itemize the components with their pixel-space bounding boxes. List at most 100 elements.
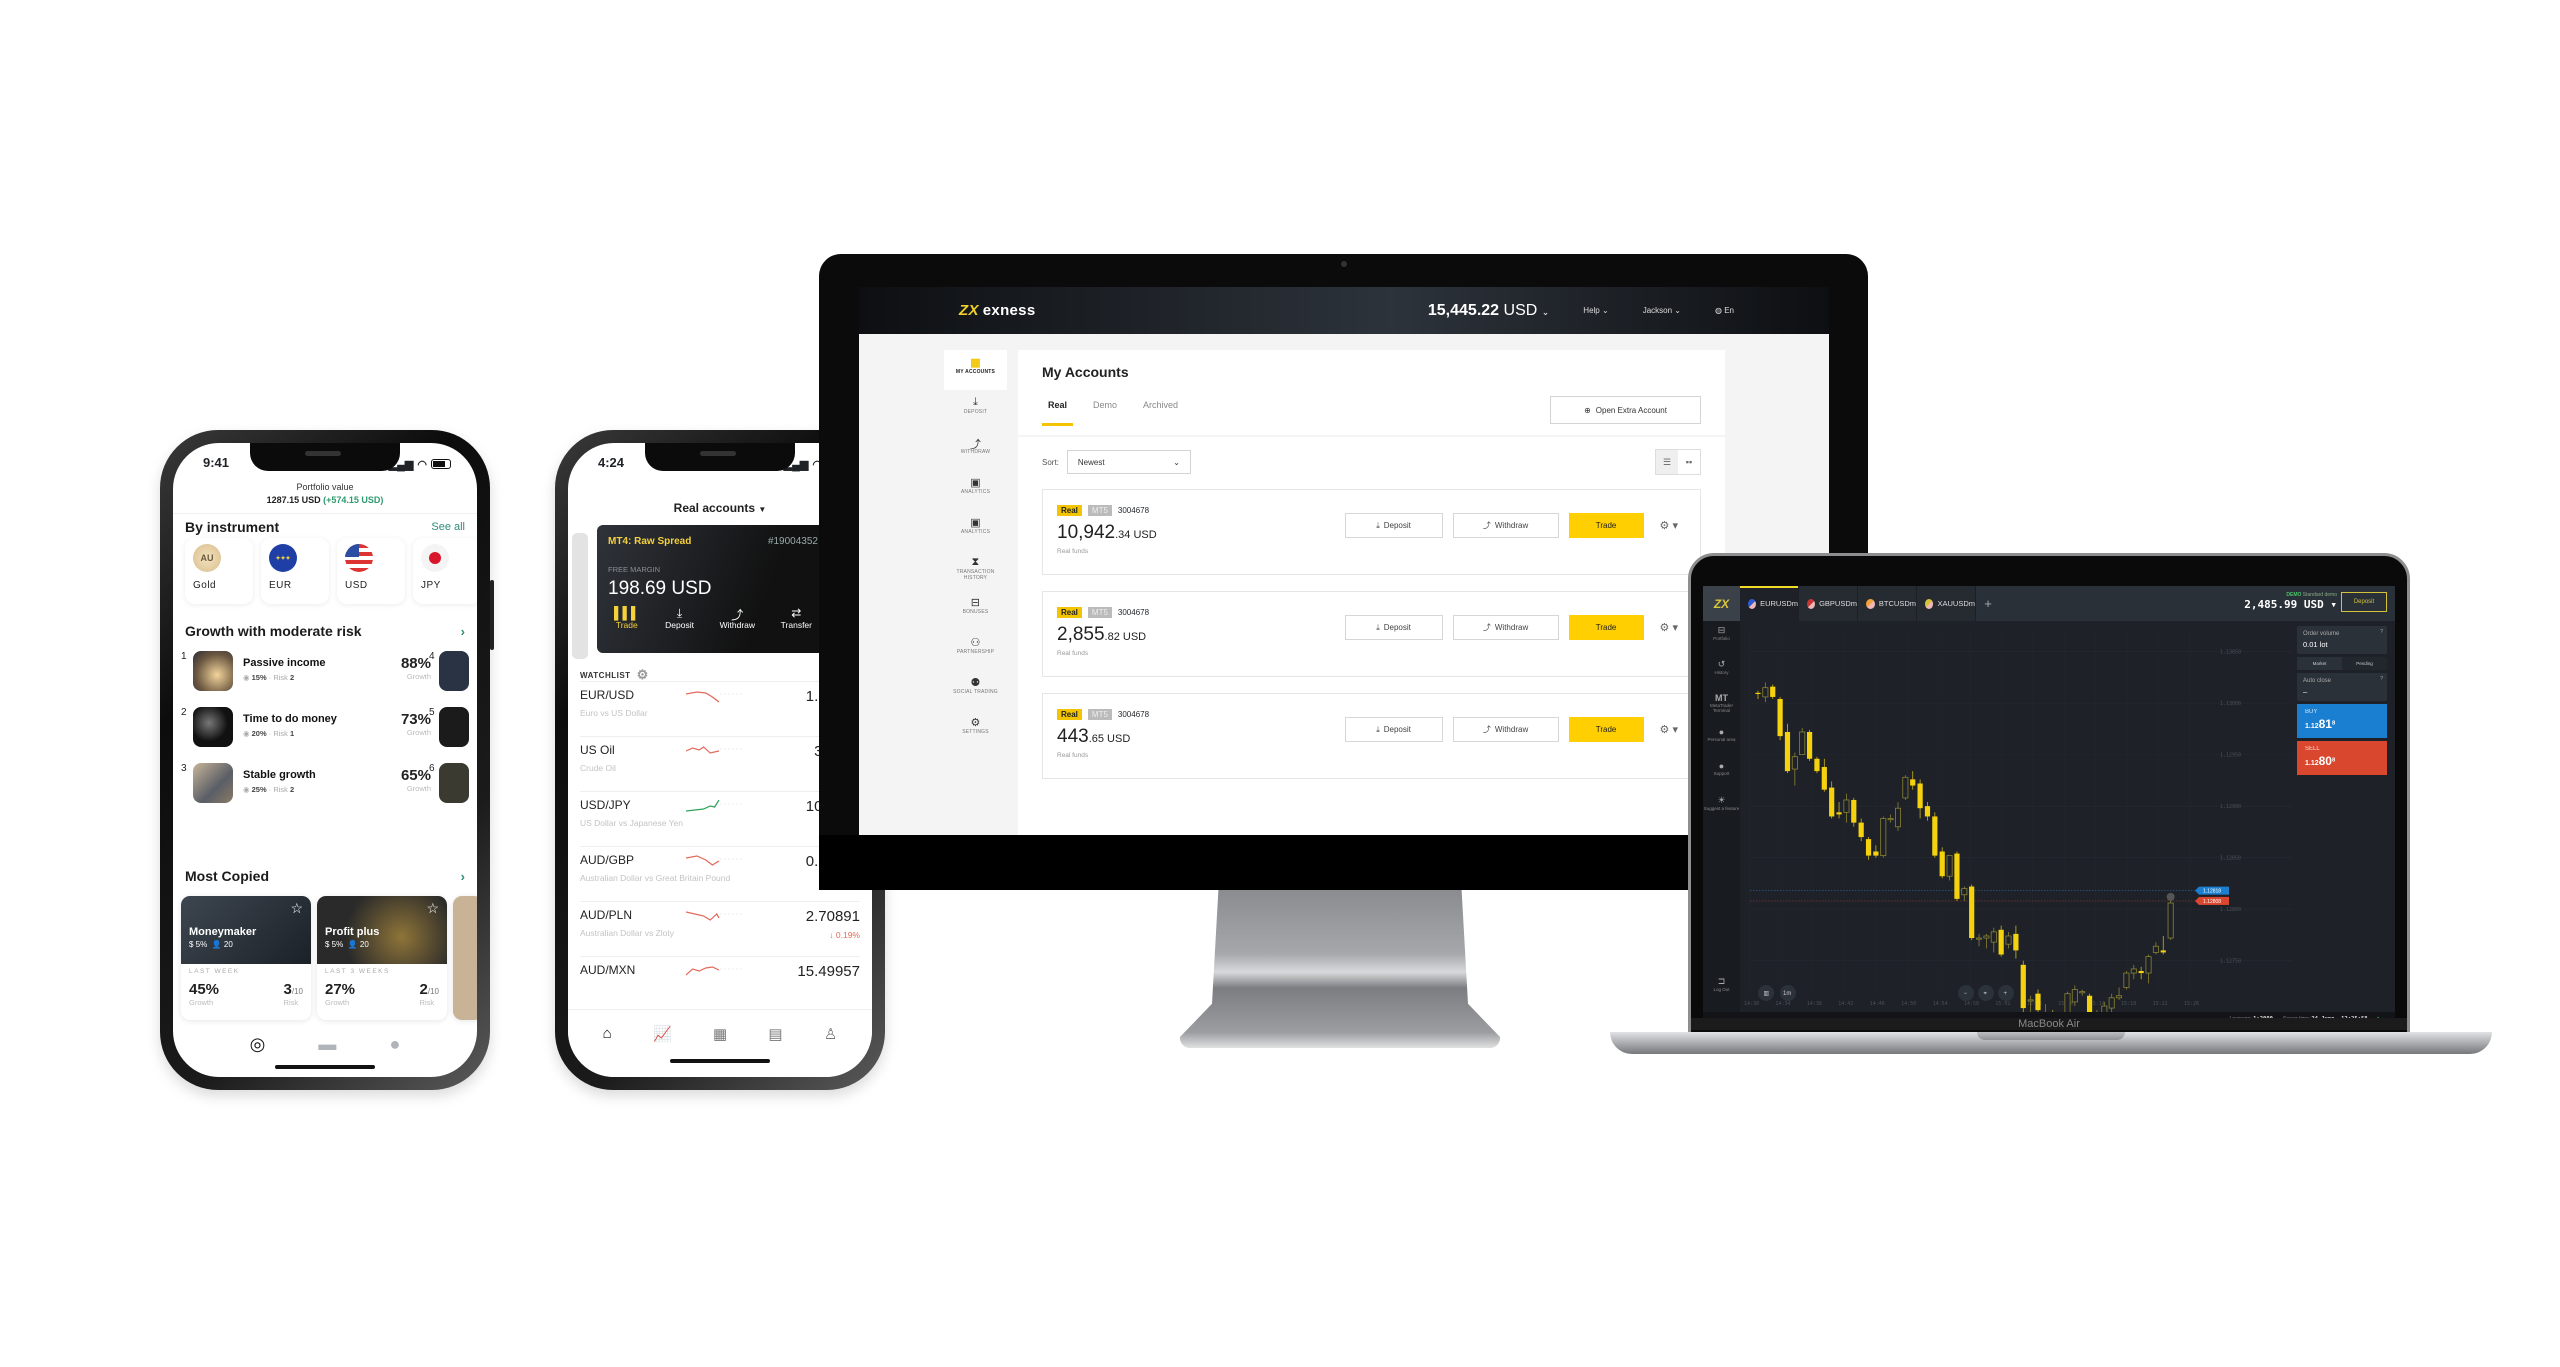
add-tab-button[interactable]: +: [1976, 586, 2000, 621]
candle-body: [2013, 933, 2019, 951]
watchlist-row[interactable]: AUD/GBP Australian Dollar vs Great Brita…: [580, 846, 860, 901]
sidebar-portfolio[interactable]: ⊟ Portfolio: [1703, 621, 1740, 655]
home-icon[interactable]: ⌂: [603, 1025, 612, 1043]
candlestick-chart[interactable]: 1.13050 1.13000 1.12950 1.12900 1.12850 1.128…: [1740, 621, 2292, 1012]
news-icon[interactable]: ▤: [768, 1025, 782, 1043]
settings-gear-icon[interactable]: ⚙ ▾: [1660, 519, 1678, 532]
sidebar-item-my-accounts[interactable]: ▦ MY ACCOUNTS: [944, 350, 1007, 390]
instrument-tab[interactable]: BTCUSDm: [1858, 586, 1917, 621]
instrument-tab[interactable]: XAUUSDm: [1917, 586, 1976, 621]
account-balance[interactable]: DEMO Standard demo 2,485.99 USD ▾: [2244, 592, 2337, 611]
strategy-row[interactable]: 3 Stable growth ◉ 25% · Risk 2 65% Growth: [181, 763, 431, 815]
pending-tab[interactable]: Pending: [2342, 657, 2387, 670]
withdraw-button[interactable]: ⤴ Withdraw: [1452, 615, 1559, 640]
list-view-icon[interactable]: ☰: [1656, 450, 1678, 474]
transfer-action[interactable]: ⇄ Transfer: [781, 606, 812, 630]
instrument-tab[interactable]: GBPUSDm: [1799, 586, 1858, 621]
instrument-card-usd[interactable]: USD: [337, 538, 405, 604]
sidebar-personal-area[interactable]: ● Personal area: [1703, 723, 1740, 757]
instrument-tab[interactable]: EURUSDm: [1740, 586, 1799, 621]
watchlist-row[interactable]: AUD/MXN 15.49957: [580, 956, 860, 1011]
candle-body: [1946, 855, 1953, 877]
deposit-button[interactable]: ⤓ Deposit: [1344, 615, 1443, 640]
timeframe-label: 1m: [1783, 991, 1791, 997]
watchlist-row[interactable]: AUD/PLN Australian Dollar vs Zloty 2.708…: [580, 901, 860, 956]
buy-button[interactable]: BUY 1.12818: [2297, 704, 2387, 738]
candle-body: [2005, 935, 2012, 945]
sidebar-suggest-feature[interactable]: ☀ Suggest a feature: [1703, 791, 1740, 825]
tab-real[interactable]: Real: [1041, 400, 1074, 426]
settings-gear-icon[interactable]: ⚙ ▾: [1660, 723, 1678, 736]
chevron-right-icon[interactable]: ›: [461, 869, 465, 884]
sidebar-history[interactable]: ↺ History: [1703, 655, 1740, 689]
sidebar-metatrader[interactable]: MT MetaTrader Terminal: [1703, 689, 1740, 723]
sidebar-item-transaction-history[interactable]: ⧗ TRANSACTION HISTORY: [944, 550, 1007, 590]
withdraw-action[interactable]: ⤴ Withdraw: [720, 606, 755, 630]
strategy-rank: 2: [181, 707, 187, 718]
deposit-action[interactable]: ⤓ Deposit: [665, 606, 694, 630]
prev-card-peek[interactable]: [572, 533, 588, 659]
watchlist-row[interactable]: US Oil Crude Oil 39.826 ↓ 0.68%: [580, 736, 860, 791]
calendar-icon[interactable]: ▦: [713, 1025, 727, 1043]
deposit-button[interactable]: ⤓ Deposit: [1344, 513, 1443, 538]
candle-body: [1983, 935, 1990, 939]
instrument-card-jpy[interactable]: JPY: [413, 538, 477, 604]
sidebar-item-partnership[interactable]: ⚇ PARTNERSHIP: [944, 630, 1007, 670]
sidebar-item-social-trading[interactable]: ⚉ SOCIAL TRADING: [944, 670, 1007, 710]
sidebar-item-bonuses[interactable]: ⊟ BONUSES: [944, 590, 1007, 630]
market-tab[interactable]: Market: [2297, 657, 2342, 670]
gold-coin-icon: AU: [193, 544, 221, 572]
user-menu[interactable]: Jackson ⌄: [1643, 306, 1681, 315]
exness-logo-icon[interactable]: ZX: [1703, 586, 1740, 621]
sort-label: Sort:: [1042, 457, 1059, 467]
withdraw-button[interactable]: ⤴ Withdraw: [1452, 513, 1559, 538]
see-all-link[interactable]: See all: [431, 521, 465, 533]
markets-icon[interactable]: 📈: [653, 1025, 672, 1043]
instrument-card-gold[interactable]: AU Gold: [185, 538, 253, 604]
sidebar-item-settings[interactable]: ⚙ SETTINGS: [944, 710, 1007, 750]
instrument-card-eur[interactable]: ✦✦✦ EUR: [261, 538, 329, 604]
sidebar-support[interactable]: ● Support: [1703, 757, 1740, 791]
sort-select[interactable]: Newest ⌄: [1066, 450, 1191, 474]
language-menu[interactable]: ◍ En: [1715, 306, 1734, 315]
chevron-right-icon[interactable]: ›: [461, 624, 465, 639]
help-menu[interactable]: Help ⌄: [1583, 306, 1608, 315]
sidebar-item-deposit[interactable]: ⤓ DEPOSIT: [944, 390, 1007, 430]
trade-action[interactable]: ▌▌▌ Trade: [614, 606, 640, 630]
total-balance[interactable]: 15,445.22 USD ⌄: [1428, 302, 1549, 320]
tab-demo[interactable]: Demo: [1093, 400, 1117, 410]
logout-button[interactable]: ⊐ Log Out: [1703, 972, 1740, 1006]
trade-button[interactable]: Trade: [1568, 513, 1644, 538]
profile-icon[interactable]: ●: [390, 1034, 401, 1055]
sidebar-item-analytics-2[interactable]: ▣ ANALYTICS: [944, 510, 1007, 550]
star-icon[interactable]: ☆: [290, 900, 303, 917]
copied-card[interactable]: ☆ Moneymaker $ 5% 👤 20 LAST WEEK 45% Grow…: [181, 896, 311, 1020]
deposit-button[interactable]: Deposit: [2341, 592, 2387, 612]
chart-bars-icon: ▌▌▌: [614, 606, 640, 620]
watchlist-row[interactable]: EUR/USD Euro vs US Dollar 1.12677 ↓ 0.39…: [580, 681, 860, 736]
strategy-row[interactable]: 1 Passive income ◉ 15% · Risk 2 88% Growt…: [181, 651, 431, 703]
order-volume-field[interactable]: ? Order volume 0.01 lot: [2297, 626, 2387, 654]
sidebar-item-analytics[interactable]: ▣ ANALYTICS: [944, 470, 1007, 510]
withdraw-button[interactable]: ⤴ Withdraw: [1452, 717, 1559, 742]
settings-gear-icon[interactable]: ⚙ ▾: [1660, 621, 1678, 634]
exness-logo[interactable]: ZX exness: [959, 302, 1035, 319]
open-extra-account-button[interactable]: ⊕ Open Extra Account: [1550, 396, 1701, 424]
copied-card[interactable]: ☆ Profit plus $ 5% 👤 20 LAST 3 WEEKS 27%…: [317, 896, 447, 1020]
grid-view-icon[interactable]: ▪▪: [1678, 450, 1700, 474]
tab-archived[interactable]: Archived: [1143, 400, 1178, 410]
discover-icon[interactable]: ◎: [250, 1034, 266, 1055]
chevron-down-icon: ⌄: [1173, 457, 1180, 467]
profile-icon[interactable]: ♙: [824, 1025, 837, 1043]
star-icon[interactable]: ☆: [426, 900, 439, 917]
sell-button[interactable]: SELL 1.12808: [2297, 741, 2387, 775]
trade-button[interactable]: Trade: [1568, 717, 1644, 742]
watchlist-row[interactable]: USD/JPY US Dollar vs Japanese Yen 106.76…: [580, 791, 860, 846]
sidebar-item-withdraw[interactable]: ⤴ WITHDRAW: [944, 430, 1007, 470]
strategy-row[interactable]: 2 Time to do money ◉ 20% · Risk 1 73% Gro…: [181, 707, 431, 759]
candle: [2005, 931, 2012, 949]
deposit-button[interactable]: ⤓ Deposit: [1344, 717, 1443, 742]
portfolio-briefcase-icon[interactable]: ▬: [318, 1034, 336, 1055]
trade-button[interactable]: Trade: [1568, 615, 1644, 640]
auto-close-field[interactable]: ? Auto close –: [2297, 673, 2387, 701]
